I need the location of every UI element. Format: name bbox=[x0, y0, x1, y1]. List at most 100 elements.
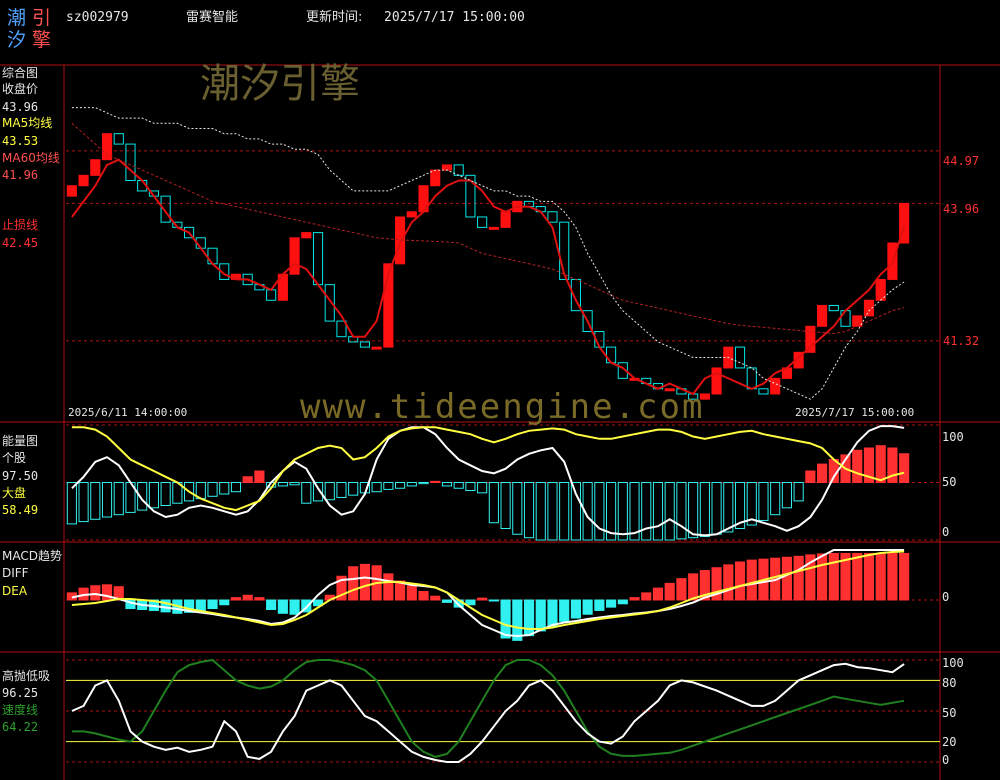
macd-bar bbox=[500, 599, 511, 639]
energy-bar bbox=[559, 482, 570, 541]
close-label: 收盘价 bbox=[2, 82, 39, 96]
hilo-tick-0: 0 bbox=[942, 753, 950, 767]
macd-bar bbox=[512, 599, 523, 641]
candle bbox=[113, 133, 124, 145]
candle bbox=[359, 341, 370, 348]
energy-bar bbox=[406, 482, 417, 487]
ma60-value: 41.96 bbox=[2, 168, 39, 182]
macd-bar bbox=[465, 599, 476, 606]
energy-market-value: 58.49 bbox=[2, 503, 39, 517]
macd-diff-label: DIFF bbox=[2, 566, 29, 580]
macd-title: MACD趋势 bbox=[2, 549, 62, 563]
energy-bar bbox=[664, 482, 675, 541]
macd-bar bbox=[359, 563, 370, 601]
energy-stock-label: 个股 bbox=[2, 451, 27, 465]
energy-bar bbox=[488, 482, 499, 524]
macd-bar bbox=[594, 599, 605, 611]
ma5-line bbox=[71, 158, 906, 396]
candle bbox=[477, 216, 488, 228]
candle bbox=[488, 226, 499, 230]
candle bbox=[453, 164, 464, 176]
macd-bar bbox=[383, 573, 394, 601]
energy-bar bbox=[242, 476, 253, 483]
hilo-main-line bbox=[71, 662, 905, 763]
energy-bar bbox=[254, 470, 265, 483]
macd-bar bbox=[430, 595, 441, 601]
energy-bar bbox=[160, 482, 171, 506]
macd-bar bbox=[477, 597, 488, 601]
close-value: 43.96 bbox=[2, 100, 39, 114]
candle bbox=[758, 388, 769, 395]
energy-bar bbox=[78, 482, 89, 523]
candle bbox=[817, 304, 828, 327]
energy-stock-value: 97.50 bbox=[2, 469, 39, 483]
candle bbox=[78, 174, 89, 187]
macd-bar bbox=[617, 599, 628, 605]
candle bbox=[301, 232, 312, 239]
macd-bar bbox=[570, 599, 581, 619]
candle bbox=[312, 232, 324, 286]
energy-bar bbox=[758, 482, 769, 521]
main-title: 综合图 bbox=[2, 66, 39, 80]
energy-bar bbox=[395, 482, 406, 489]
macd-bar bbox=[242, 594, 253, 601]
macd-bar bbox=[875, 552, 886, 601]
macd-bar bbox=[676, 578, 687, 601]
macd-bar bbox=[793, 555, 804, 601]
energy-bar bbox=[301, 482, 312, 504]
energy-bar bbox=[477, 482, 488, 494]
macd-bar bbox=[219, 599, 230, 606]
energy-bar bbox=[688, 482, 699, 539]
ma5-value: 43.53 bbox=[2, 134, 39, 148]
candle bbox=[711, 367, 722, 395]
candle bbox=[441, 164, 453, 171]
candle bbox=[66, 185, 77, 197]
macd-bar bbox=[817, 553, 828, 601]
energy-bar bbox=[219, 482, 230, 495]
candle bbox=[266, 289, 277, 301]
energy-bar bbox=[723, 482, 734, 533]
hilo-tick-80: 80 bbox=[942, 676, 957, 690]
energy-tick-100: 100 bbox=[942, 430, 964, 444]
macd-bar bbox=[652, 587, 664, 601]
energy-bar bbox=[430, 480, 441, 484]
energy-bar bbox=[699, 482, 710, 538]
ma60-line bbox=[71, 122, 905, 335]
macd-bar bbox=[207, 599, 218, 610]
macd-bar bbox=[828, 552, 839, 601]
hilo-speed-label: 速度线 bbox=[2, 703, 39, 717]
stop-value: 42.45 bbox=[2, 236, 39, 250]
macd-bar bbox=[535, 599, 546, 632]
energy-bar bbox=[148, 482, 159, 509]
energy-bar bbox=[652, 482, 664, 541]
price-tick-1: 44.97 bbox=[943, 154, 980, 168]
macd-bar bbox=[641, 592, 652, 601]
energy-bar bbox=[441, 482, 453, 487]
energy-bar bbox=[324, 482, 335, 501]
energy-bar bbox=[500, 482, 511, 529]
macd-bar bbox=[230, 597, 242, 601]
macd-bar bbox=[547, 599, 558, 627]
candle bbox=[371, 346, 382, 350]
macd-bar bbox=[863, 552, 875, 601]
stop-label: 止损线 bbox=[2, 218, 39, 232]
macd-bar bbox=[688, 573, 699, 601]
macd-bar bbox=[664, 582, 675, 601]
candle bbox=[746, 367, 757, 390]
energy-bar bbox=[875, 445, 886, 484]
macd-bar bbox=[899, 552, 910, 601]
candle bbox=[606, 346, 617, 364]
energy-bar bbox=[383, 482, 394, 490]
energy-bar bbox=[781, 482, 792, 509]
energy-bar bbox=[899, 453, 910, 483]
energy-bar bbox=[852, 449, 863, 483]
candle bbox=[289, 237, 300, 275]
energy-bar bbox=[101, 482, 113, 518]
energy-tick-0: 0 bbox=[942, 525, 950, 539]
hilo-value: 96.25 bbox=[2, 686, 39, 700]
energy-bar bbox=[817, 463, 828, 484]
candle bbox=[840, 310, 851, 327]
macd-bar bbox=[629, 597, 640, 601]
energy-bar bbox=[289, 482, 300, 486]
candle bbox=[770, 377, 781, 395]
